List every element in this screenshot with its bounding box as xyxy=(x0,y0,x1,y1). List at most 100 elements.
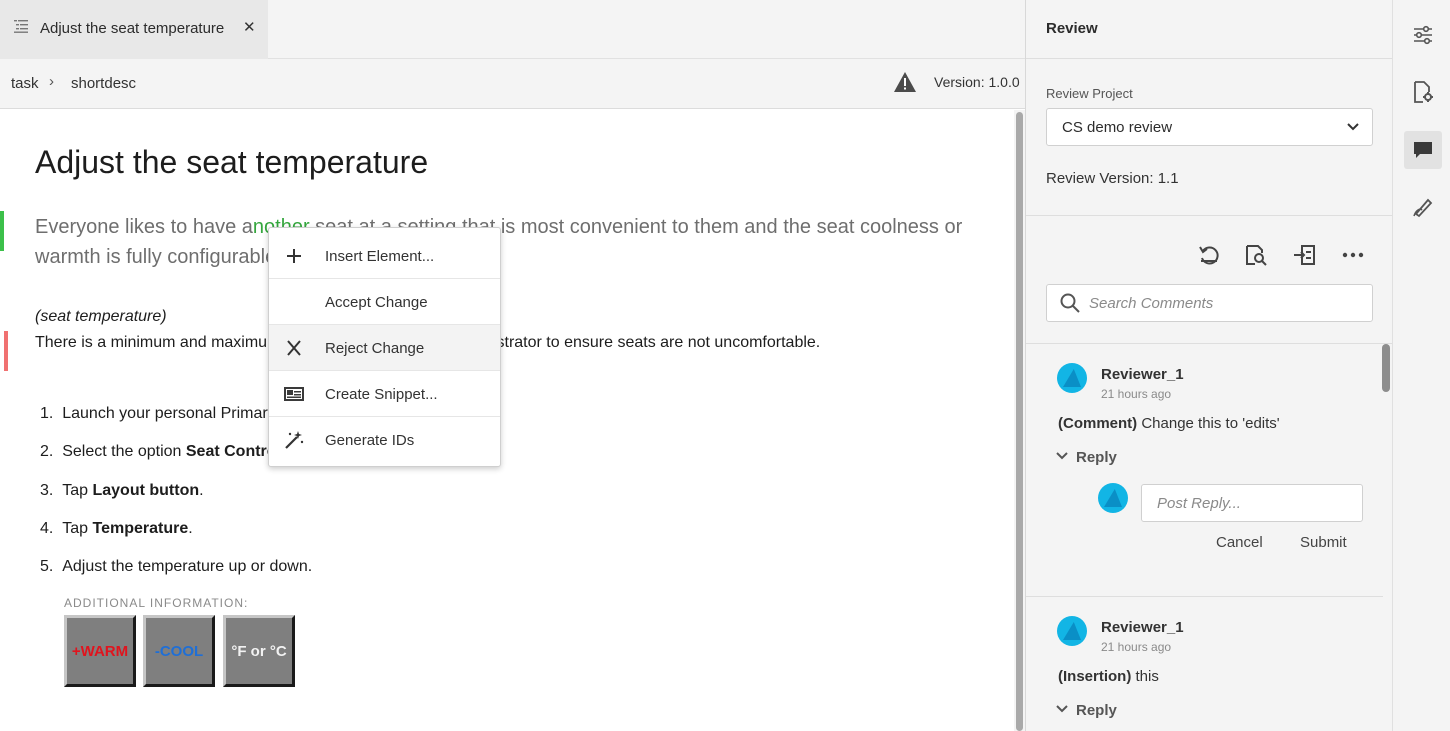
reply-label: Reply xyxy=(1076,702,1117,719)
avatar xyxy=(1057,363,1087,393)
tab-title: Adjust the seat temperature xyxy=(40,20,225,37)
review-project-label: Review Project xyxy=(1046,86,1133,101)
breadcrumb-item-task[interactable]: task xyxy=(11,75,39,92)
warm-key-image[interactable]: +WARM xyxy=(64,615,136,687)
step-text: Tap xyxy=(62,520,93,537)
unit-key-image[interactable]: °F or °C xyxy=(223,615,295,687)
review-comments-button[interactable] xyxy=(1404,131,1442,169)
review-project-dropdown[interactable]: CS demo review xyxy=(1046,108,1373,146)
key-label: +WARM xyxy=(71,642,129,660)
tab-document[interactable]: Adjust the seat temperature ✕ xyxy=(0,0,268,59)
divider xyxy=(1026,596,1383,597)
context-menu: Insert Element... Accept Change Reject C… xyxy=(268,227,501,467)
outline-icon xyxy=(14,20,28,33)
preview-search-icon[interactable] xyxy=(1244,243,1268,267)
step-item[interactable]: 2. Select the option Seat Controls xyxy=(40,443,290,461)
shortdesc-paragraph[interactable]: Everyone likes to have another seat at a… xyxy=(35,212,985,272)
breadcrumb-item-shortdesc[interactable]: shortdesc xyxy=(71,75,136,92)
reply-toggle[interactable]: Reply xyxy=(1056,702,1117,719)
more-icon[interactable] xyxy=(1341,243,1365,267)
app-window: Adjust the seat temperature ✕ task › sho… xyxy=(0,0,1450,731)
insertion-change-bar xyxy=(0,211,4,251)
tab-bar: Adjust the seat temperature ✕ xyxy=(0,0,1025,59)
submit-button[interactable]: Submit xyxy=(1300,534,1347,551)
comment-type: (Comment) xyxy=(1058,415,1138,432)
reviewer-name: Reviewer_1 xyxy=(1101,366,1184,383)
step-item[interactable]: 3. Tap Layout button. xyxy=(40,482,204,500)
divider xyxy=(1026,58,1393,59)
panel-title: Review xyxy=(1046,20,1098,37)
comment-text: Change this to 'edits' xyxy=(1137,415,1280,432)
comment-body[interactable]: (Comment) Change this to 'edits' xyxy=(1058,415,1280,432)
menu-item-label: Reject Change xyxy=(325,340,425,357)
editor-scrollbar-thumb[interactable] xyxy=(1016,112,1023,731)
editor-area: Adjust the seat temperature ✕ task › sho… xyxy=(0,0,1025,731)
menu-item-create-snippet[interactable]: Create Snippet... xyxy=(269,371,500,417)
step-bold-text: Layout button xyxy=(92,482,200,499)
settings-sliders-button[interactable] xyxy=(1404,16,1442,54)
pen-icon xyxy=(1413,198,1433,218)
post-reply-input[interactable] xyxy=(1141,484,1363,522)
comment-timestamp: 21 hours ago xyxy=(1101,387,1172,401)
avatar xyxy=(1098,483,1128,513)
file-properties-button[interactable] xyxy=(1404,73,1442,111)
comments-scrollbar-thumb[interactable] xyxy=(1382,344,1390,392)
divider xyxy=(1026,343,1393,344)
comment-body[interactable]: (Insertion) this xyxy=(1058,668,1159,685)
right-rail xyxy=(1392,0,1450,731)
reply-toggle[interactable]: Reply xyxy=(1056,449,1117,466)
step-item[interactable]: 5. Adjust the temperature up or down. xyxy=(40,558,312,576)
comment-type: (Insertion) xyxy=(1058,668,1132,685)
step-text: Adjust the temperature up or down. xyxy=(62,558,313,575)
track-changes-button[interactable] xyxy=(1404,188,1442,226)
magic-wand-icon xyxy=(285,431,304,449)
comment-text: this xyxy=(1131,668,1159,685)
step-bold-text: Temperature xyxy=(92,520,189,537)
additional-info-label: ADDITIONAL INFORMATION: xyxy=(64,596,249,610)
menu-item-label: Insert Element... xyxy=(325,248,435,265)
comment-icon xyxy=(1414,142,1432,158)
tab-close-icon[interactable]: ✕ xyxy=(243,19,256,37)
file-settings-icon xyxy=(1414,81,1433,103)
step-text-end: . xyxy=(188,520,193,537)
menu-item-insert-element[interactable]: Insert Element... xyxy=(269,233,500,279)
step-text: Select the option xyxy=(62,443,186,460)
refresh-icon[interactable] xyxy=(1197,243,1221,267)
import-icon[interactable] xyxy=(1292,243,1316,267)
step-number: 4. xyxy=(40,520,54,537)
cancel-button[interactable]: Cancel xyxy=(1216,534,1263,551)
context-label[interactable]: (seat temperature) xyxy=(35,308,167,326)
review-version: Review Version: 1.1 xyxy=(1046,170,1179,187)
menu-item-generate-ids[interactable]: Generate IDs xyxy=(269,417,500,463)
plus-icon xyxy=(287,249,301,263)
step-item[interactable]: 4. Tap Temperature. xyxy=(40,520,193,538)
comment-timestamp: 21 hours ago xyxy=(1101,640,1172,654)
search-comments-field[interactable] xyxy=(1046,284,1373,322)
divider xyxy=(1026,215,1393,216)
review-panel: Review Review Project CS demo review Rev… xyxy=(1025,0,1393,731)
step-text: Tap xyxy=(62,482,93,499)
version-label: Version: 1.0.0 xyxy=(934,74,1020,90)
menu-item-label: Generate IDs xyxy=(325,432,415,449)
step-number: 5. xyxy=(40,558,54,575)
search-icon xyxy=(1060,293,1080,313)
deletion-change-bar xyxy=(4,331,8,371)
menu-item-accept-change[interactable]: Accept Change xyxy=(269,279,500,325)
shortdesc-text: Everyone likes to have a xyxy=(35,216,253,238)
breadcrumb: task › shortdesc Version: 1.0.0 xyxy=(0,59,1025,109)
menu-item-reject-change[interactable]: Reject Change xyxy=(269,325,500,371)
warning-icon[interactable] xyxy=(893,71,917,93)
close-icon xyxy=(287,340,301,356)
menu-item-label: Create Snippet... xyxy=(325,386,438,403)
review-project-value: CS demo review xyxy=(1062,119,1173,136)
search-comments-input[interactable] xyxy=(1089,293,1359,313)
cool-key-image[interactable]: -COOL xyxy=(143,615,215,687)
menu-item-label: Accept Change xyxy=(325,294,428,311)
avatar xyxy=(1057,616,1087,646)
key-label: °F or °C xyxy=(231,642,287,660)
chevron-down-icon xyxy=(1056,452,1068,460)
reply-label: Reply xyxy=(1076,449,1117,466)
document-title[interactable]: Adjust the seat temperature xyxy=(35,144,428,181)
sliders-icon xyxy=(1414,25,1432,45)
chevron-down-icon xyxy=(1347,123,1359,131)
